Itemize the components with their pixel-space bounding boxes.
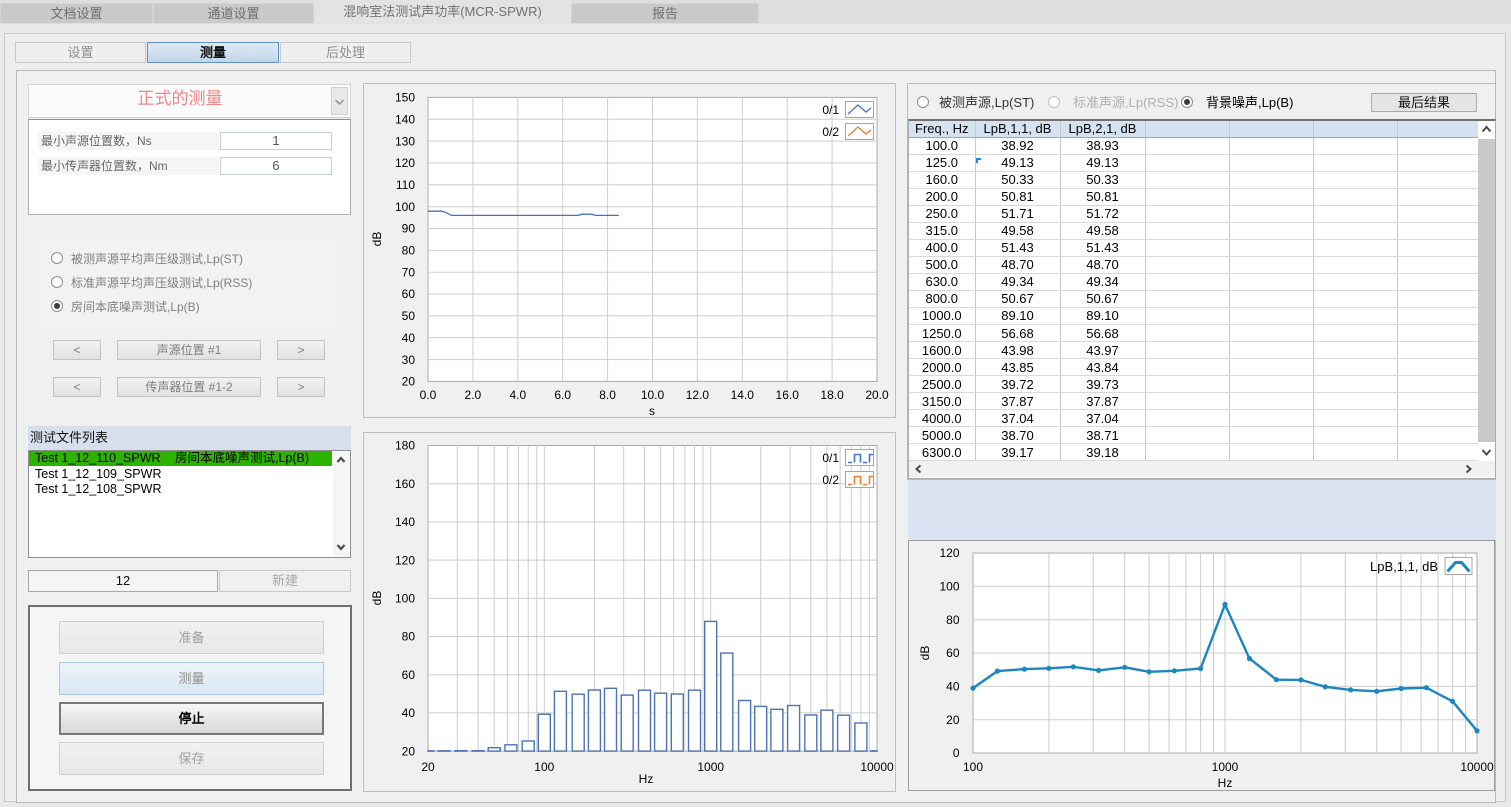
svg-text:130: 130 (395, 134, 415, 148)
svg-text:0/1: 0/1 (822, 103, 839, 117)
svg-text:100: 100 (939, 580, 959, 594)
svg-text:30: 30 (402, 353, 416, 367)
svg-text:100: 100 (963, 760, 983, 774)
svg-text:1000: 1000 (1212, 760, 1239, 774)
svg-text:120: 120 (395, 553, 415, 567)
svg-text:90: 90 (402, 222, 416, 236)
svg-text:2.0: 2.0 (465, 388, 482, 402)
svg-text:dB: dB (370, 591, 384, 606)
svg-text:120: 120 (939, 546, 959, 560)
svg-text:0.0: 0.0 (420, 388, 437, 402)
svg-text:1000: 1000 (697, 760, 724, 774)
svg-text:180: 180 (395, 439, 415, 453)
svg-text:18.0: 18.0 (820, 388, 844, 402)
svg-text:20: 20 (402, 375, 416, 389)
svg-text:8.0: 8.0 (599, 388, 616, 402)
svg-text:14.0: 14.0 (731, 388, 755, 402)
svg-text:20: 20 (946, 713, 960, 727)
svg-text:Hz: Hz (1218, 776, 1233, 790)
svg-text:20.0: 20.0 (865, 388, 889, 402)
svg-text:70: 70 (402, 265, 416, 279)
svg-text:60: 60 (402, 287, 416, 301)
svg-text:110: 110 (396, 178, 415, 192)
svg-text:10000: 10000 (860, 760, 894, 774)
svg-text:80: 80 (402, 630, 416, 644)
svg-text:40: 40 (402, 331, 416, 345)
svg-text:100: 100 (395, 200, 415, 214)
svg-text:LpB,1,1, dB: LpB,1,1, dB (1370, 559, 1438, 574)
svg-text:s: s (649, 404, 655, 418)
svg-text:60: 60 (402, 668, 416, 682)
svg-text:0/1: 0/1 (822, 451, 839, 465)
svg-text:150: 150 (395, 91, 415, 105)
svg-text:40: 40 (946, 680, 960, 694)
svg-text:dB: dB (370, 232, 384, 247)
svg-text:10.0: 10.0 (641, 388, 665, 402)
svg-text:40: 40 (402, 706, 416, 720)
svg-text:140: 140 (395, 515, 415, 529)
svg-text:12.0: 12.0 (686, 388, 710, 402)
svg-text:140: 140 (395, 113, 415, 127)
svg-text:16.0: 16.0 (776, 388, 800, 402)
svg-text:160: 160 (395, 477, 415, 491)
svg-text:0/2: 0/2 (822, 125, 839, 139)
svg-text:80: 80 (946, 613, 960, 627)
svg-text:0: 0 (953, 746, 960, 760)
svg-text:6.0: 6.0 (554, 388, 571, 402)
svg-text:100: 100 (395, 592, 415, 606)
svg-text:120: 120 (395, 156, 415, 170)
svg-text:0/2: 0/2 (822, 473, 839, 487)
svg-text:80: 80 (402, 244, 416, 258)
svg-text:Hz: Hz (639, 772, 654, 786)
svg-text:dB: dB (918, 646, 932, 661)
svg-text:60: 60 (946, 646, 960, 660)
svg-text:4.0: 4.0 (509, 388, 526, 402)
svg-text:10000: 10000 (1460, 760, 1494, 774)
svg-text:20: 20 (402, 744, 416, 758)
svg-text:50: 50 (402, 309, 416, 323)
svg-text:100: 100 (534, 760, 554, 774)
svg-text:20: 20 (421, 760, 435, 774)
